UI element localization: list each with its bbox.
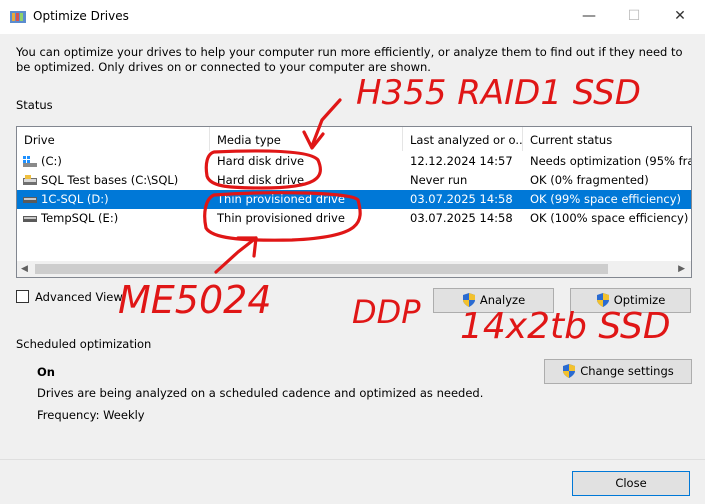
drive-row-e[interactable]: TempSQL (E:) Thin provisioned drive 03.0… xyxy=(17,209,691,228)
analyze-button[interactable]: Analyze xyxy=(433,288,554,313)
advanced-view-checkbox[interactable] xyxy=(16,290,29,303)
close-button[interactable]: Close xyxy=(572,471,690,496)
media-type: Hard disk drive xyxy=(217,173,305,187)
analyze-label: Analyze xyxy=(479,293,526,307)
column-media-type[interactable]: Media type xyxy=(210,127,403,151)
status-label: Status xyxy=(16,98,53,112)
annotation-me5024-text: ME5024 xyxy=(118,278,272,322)
uac-shield-icon xyxy=(462,293,475,307)
optimize-button[interactable]: Optimize xyxy=(570,288,691,313)
scrollbar-thumb[interactable] xyxy=(35,264,608,274)
drive-row-c[interactable]: (C:) Hard disk drive 12.12.2024 14:57 Ne… xyxy=(17,152,691,171)
advanced-view-label: Advanced View xyxy=(35,290,123,304)
uac-shield-icon xyxy=(563,364,576,378)
schedule-frequency: Frequency: Weekly xyxy=(37,408,145,422)
annotation-raid-text: H355 RAID1 SSD xyxy=(356,73,641,113)
maximize-button[interactable]: ☐ xyxy=(611,0,657,32)
drive-icon xyxy=(23,197,37,203)
schedule-state: On xyxy=(37,365,55,379)
column-current-status[interactable]: Current status xyxy=(523,127,691,151)
drive-name: TempSQL (E:) xyxy=(41,211,119,225)
annotation-ddp-text: DDP xyxy=(352,293,421,331)
drive-name: SQL Test bases (C:\SQL) xyxy=(41,173,179,187)
drive-row-d-selected[interactable]: 1C-SQL (D:) Thin provisioned drive 03.07… xyxy=(17,190,691,209)
optimize-label: Optimize xyxy=(613,293,666,307)
scroll-left-icon[interactable]: ◀ xyxy=(21,261,28,277)
drives-list[interactable]: Drive Media type Last analyzed or o... C… xyxy=(16,126,692,278)
last-analyzed: 12.12.2024 14:57 xyxy=(410,154,513,168)
scheduled-optimization-label: Scheduled optimization xyxy=(16,337,152,351)
current-status: OK (0% fragmented) xyxy=(530,173,649,187)
close-window-button[interactable]: ✕ xyxy=(657,0,703,32)
horizontal-scrollbar[interactable]: ◀ ▶ xyxy=(17,261,691,277)
media-type: Hard disk drive xyxy=(217,154,305,168)
last-analyzed: Never run xyxy=(410,173,468,187)
optimize-drives-app-icon xyxy=(10,11,26,23)
window-title: Optimize Drives xyxy=(33,9,129,23)
uac-shield-icon xyxy=(596,293,609,307)
mounted-drive-icon xyxy=(23,175,37,185)
current-status: OK (100% space efficiency) xyxy=(530,211,689,225)
scroll-right-icon[interactable]: ▶ xyxy=(678,261,685,277)
column-drive[interactable]: Drive xyxy=(17,127,210,151)
last-analyzed: 03.07.2025 14:58 xyxy=(410,211,513,225)
drive-name: 1C-SQL (D:) xyxy=(41,192,109,206)
change-settings-label: Change settings xyxy=(580,364,674,378)
schedule-description: Drives are being analyzed on a scheduled… xyxy=(37,386,484,400)
drive-row-sql[interactable]: SQL Test bases (C:\SQL) Hard disk drive … xyxy=(17,171,691,190)
media-type: Thin provisioned drive xyxy=(217,211,345,225)
current-status: Needs optimization (95% fragmented) xyxy=(530,154,691,168)
media-type: Thin provisioned drive xyxy=(217,192,345,206)
drive-name: (C:) xyxy=(41,154,62,168)
current-status: OK (99% space efficiency) xyxy=(530,192,682,206)
system-drive-icon xyxy=(23,156,37,167)
title-bar: Optimize Drives — ☐ ✕ xyxy=(0,0,705,34)
drive-icon xyxy=(23,216,37,222)
minimize-button[interactable]: — xyxy=(566,0,612,32)
list-header: Drive Media type Last analyzed or o... C… xyxy=(17,127,691,151)
column-last-analyzed[interactable]: Last analyzed or o... xyxy=(403,127,523,151)
footer-divider xyxy=(0,459,705,460)
change-settings-button[interactable]: Change settings xyxy=(544,359,692,384)
last-analyzed: 03.07.2025 14:58 xyxy=(410,192,513,206)
intro-text: You can optimize your drives to help you… xyxy=(16,45,683,74)
